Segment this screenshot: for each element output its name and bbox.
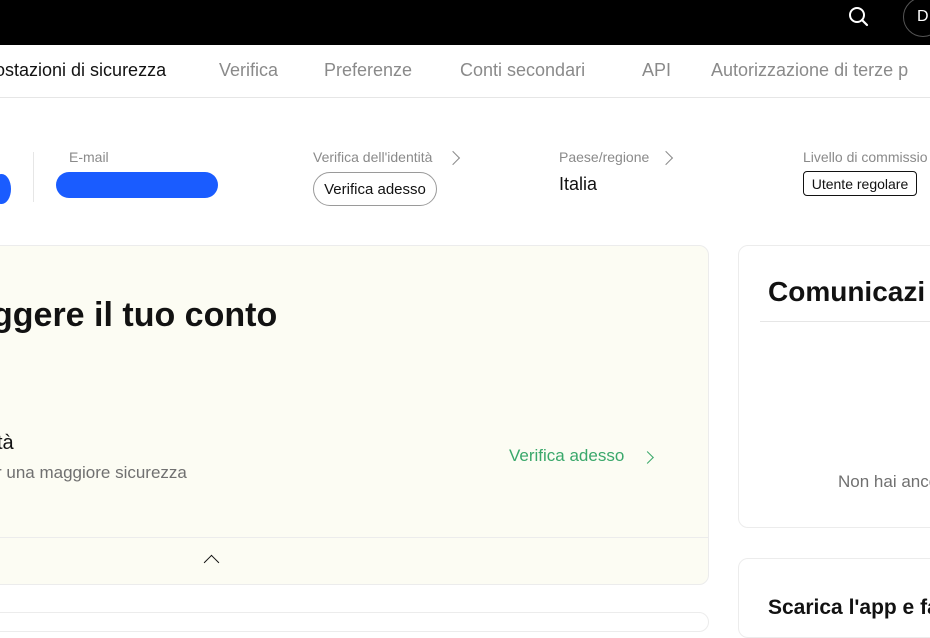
avatar-initial: D — [917, 8, 929, 25]
tab-security-settings[interactable]: ostazioni di sicurezza — [0, 60, 166, 81]
divider — [760, 321, 930, 322]
tab-api[interactable]: API — [642, 60, 671, 81]
fee-level-badge: Utente regolare — [803, 171, 917, 196]
country-value: Italia — [559, 174, 598, 194]
announcements-title: Comunicazi — [768, 276, 926, 307]
tab-verification[interactable]: Verifica — [219, 60, 278, 81]
tab-sub-accounts[interactable]: Conti secondari — [460, 60, 585, 81]
download-app-title: Scarica l'app e fa — [768, 596, 930, 619]
tab-preferences[interactable]: Preferenze — [324, 60, 412, 81]
card-divider — [0, 537, 708, 538]
verify-now-button[interactable]: Verifica adesso — [313, 172, 437, 206]
email-value-redacted — [56, 172, 218, 198]
security-item-title: tà — [0, 432, 14, 454]
fee-level-label: Livello di commissio — [803, 149, 928, 165]
verify-now-button-label: Verifica adesso — [324, 180, 426, 198]
settings-tabs: ostazioni di sicurezza Verifica Preferen… — [0, 45, 930, 98]
verify-now-link[interactable]: Verifica adesso — [509, 446, 624, 466]
avatar[interactable]: D — [903, 0, 930, 37]
search-icon[interactable] — [846, 4, 872, 30]
identity-verification-label[interactable]: Verifica dell'identità — [313, 149, 432, 165]
security-card-title: ggere il tuo conto — [0, 296, 278, 334]
country-label[interactable]: Paese/regione — [559, 149, 649, 165]
tab-third-party-authorization[interactable]: Autorizzazione di terze p — [711, 60, 908, 81]
fee-level-badge-label: Utente regolare — [811, 175, 909, 192]
next-card — [0, 612, 709, 632]
security-item-subtitle: r una maggiore sicurezza — [0, 463, 187, 482]
top-bar: D — [0, 0, 930, 45]
chevron-right-icon[interactable] — [658, 150, 674, 166]
chevron-right-icon[interactable] — [445, 150, 461, 166]
announcements-empty-text: Non hai anco — [838, 472, 930, 491]
divider — [33, 152, 34, 202]
redacted-avatar — [0, 174, 11, 204]
email-label: E-mail — [69, 149, 109, 165]
